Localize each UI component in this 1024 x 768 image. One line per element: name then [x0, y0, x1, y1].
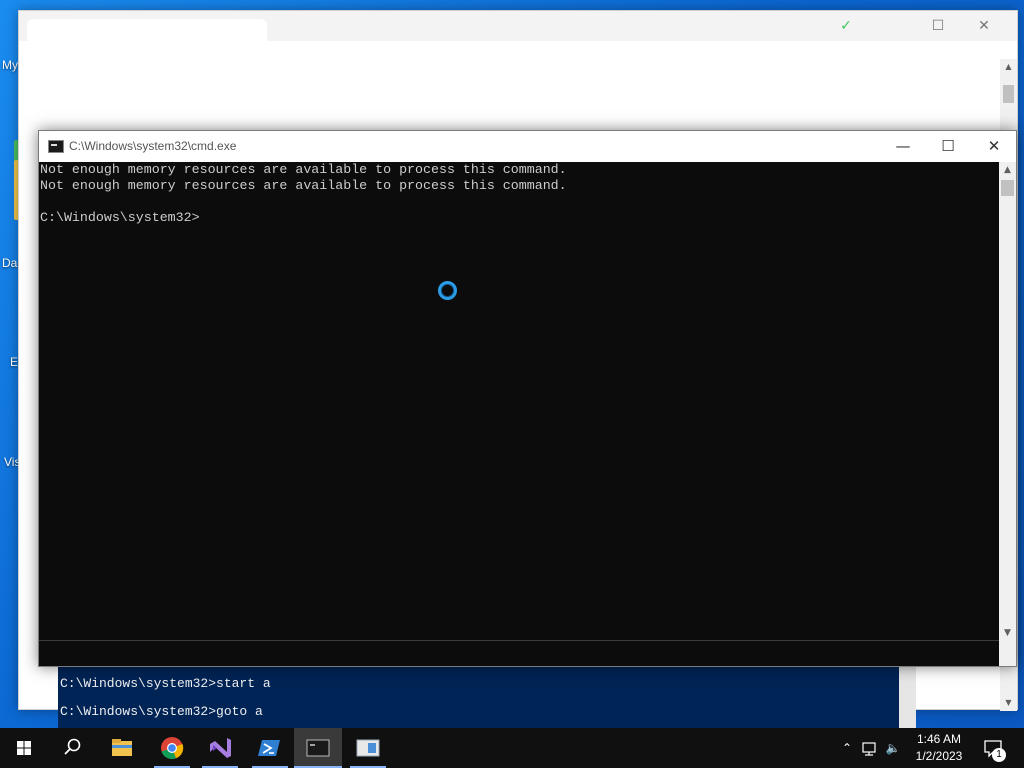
background-window-titlebar[interactable]: ✓ ☐ ✕: [19, 11, 1017, 41]
scrollbar-thumb[interactable]: [1001, 180, 1014, 196]
other-app-button[interactable]: [344, 728, 392, 768]
cmd-resize-corner[interactable]: [999, 640, 1016, 666]
cmd-app-icon: [48, 140, 64, 153]
taskbar: ⌃ 🔈 1:46 AM 1/2/2023: [0, 728, 1024, 768]
start-button[interactable]: [0, 728, 48, 768]
scroll-down-arrow-icon[interactable]: ▼: [1000, 695, 1017, 711]
network-icon[interactable]: [860, 728, 882, 768]
powershell-scrollbar[interactable]: [899, 666, 916, 728]
clock[interactable]: 1:46 AM 1/2/2023: [906, 731, 972, 765]
close-button[interactable]: ✕: [971, 131, 1017, 161]
scroll-up-arrow-icon[interactable]: ▲: [999, 162, 1016, 178]
cmd-titlebar[interactable]: C:\Windows\system32\cmd.exe — ☐ ✕: [39, 131, 1016, 162]
window-icon: [356, 739, 380, 757]
background-maximize-button[interactable]: ☐: [923, 15, 953, 37]
volume-icon[interactable]: 🔈: [883, 728, 903, 768]
folder-icon: [112, 739, 132, 756]
chrome-button[interactable]: [148, 728, 196, 768]
notification-icon: [984, 740, 1002, 758]
desktop-label-3[interactable]: E: [10, 355, 18, 369]
windows-logo-icon: [17, 741, 31, 755]
powershell-window[interactable]: C:\Windows\system32>start a C:\Windows\s…: [58, 666, 916, 728]
cmd-window[interactable]: C:\Windows\system32\cmd.exe — ☐ ✕ Not en…: [38, 130, 1017, 667]
search-icon: [64, 738, 81, 755]
search-button[interactable]: [48, 728, 96, 768]
console-line: Not enough memory resources are availabl…: [40, 178, 567, 193]
chrome-icon: [161, 737, 184, 760]
powershell-icon: [258, 740, 280, 756]
cmd-taskbar-button[interactable]: [294, 728, 342, 768]
cmd-bottom-bar: [39, 640, 1000, 666]
clock-time: 1:46 AM: [916, 732, 962, 746]
visual-studio-button[interactable]: [196, 728, 244, 768]
busy-spinner-icon: [438, 281, 457, 300]
scroll-up-arrow-icon[interactable]: ▲: [1000, 59, 1017, 75]
notification-count-badge: 1: [992, 748, 1006, 762]
visual-studio-icon: [210, 738, 231, 758]
minimize-button[interactable]: —: [880, 131, 926, 161]
console-output[interactable]: Not enough memory resources are availabl…: [39, 162, 1000, 638]
clock-date: 1/2/2023: [915, 749, 963, 763]
cmd-icon: [306, 739, 330, 757]
check-icon: ✓: [840, 18, 852, 34]
console-line: Not enough memory resources are availabl…: [40, 162, 567, 177]
powershell-line: C:\Windows\system32>goto a: [60, 704, 263, 719]
desktop-label-2[interactable]: Da: [2, 256, 17, 270]
background-close-button[interactable]: ✕: [969, 15, 999, 37]
background-window-tab[interactable]: [27, 19, 267, 41]
powershell-button[interactable]: [246, 728, 294, 768]
cmd-vertical-scrollbar[interactable]: ▲ ▼: [999, 162, 1016, 641]
powershell-line: C:\Windows\system32>start a: [60, 676, 271, 691]
file-explorer-button[interactable]: [98, 728, 146, 768]
show-hidden-icons-chevron-up-icon[interactable]: ⌃: [838, 728, 856, 768]
network-icon-svg: [862, 742, 876, 756]
scrollbar-thumb[interactable]: [1003, 85, 1014, 103]
maximize-button[interactable]: ☐: [925, 131, 971, 161]
action-center-icon[interactable]: [980, 728, 1008, 768]
scroll-down-arrow-icon[interactable]: ▼: [999, 625, 1016, 641]
cmd-window-title: C:\Windows\system32\cmd.exe: [69, 139, 237, 153]
desktop-label-1[interactable]: My: [2, 58, 18, 72]
console-prompt: C:\Windows\system32>: [40, 210, 200, 225]
